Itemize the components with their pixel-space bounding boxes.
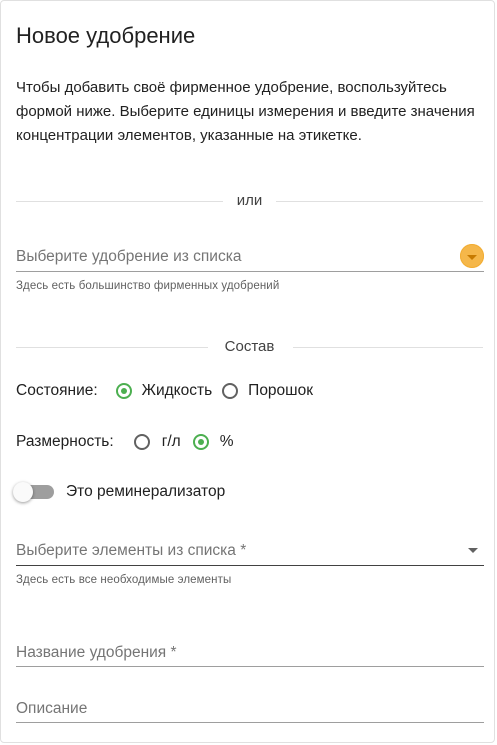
- fertilizer-name-placeholder: Название удобрения *: [16, 644, 177, 661]
- chevron-down-icon[interactable]: [460, 244, 484, 268]
- description-field[interactable]: Описание: [16, 697, 484, 727]
- radio-checked-icon[interactable]: [115, 383, 132, 399]
- remineralizer-toggle-thumb[interactable]: [13, 482, 33, 502]
- state-option-liquid[interactable]: Жидкость: [115, 382, 213, 400]
- elements-select-hint: Здесь есть все необходимые элементы: [16, 574, 232, 586]
- or-divider-label: или: [236, 192, 263, 209]
- elements-select-underline: [16, 565, 484, 566]
- elements-select-placeholder: Выберите элементы из списка *: [16, 542, 247, 559]
- state-row: Состояние: Жидкость Порошок: [16, 378, 313, 404]
- remineralizer-row: Это реминерализатор: [66, 479, 225, 505]
- or-divider: или: [16, 191, 483, 211]
- radio-unchecked-icon[interactable]: [222, 383, 239, 399]
- remineralizer-label: Это реминерализатор: [66, 483, 226, 500]
- units-option-gl[interactable]: г/л: [133, 433, 181, 451]
- composition-divider: Состав: [16, 337, 483, 357]
- arrow-drop-down-icon[interactable]: [468, 548, 478, 553]
- fertilizer-name-underline: [16, 666, 484, 667]
- elements-select[interactable]: Выберите элементы из списка *: [16, 539, 484, 569]
- units-row: Размерность: г/л %: [16, 429, 234, 455]
- units-option-label: г/л: [161, 433, 181, 450]
- units-option-percent[interactable]: %: [192, 433, 234, 451]
- fertilizer-select-underline: [16, 271, 484, 272]
- fertilizer-select-placeholder: Выберите удобрение из списка: [16, 248, 242, 265]
- description-underline: [16, 722, 484, 723]
- page-title: Новое удобрение: [16, 23, 196, 48]
- new-fertilizer-card: Новое удобрение Чтобы добавить своё фирм…: [0, 0, 495, 743]
- fertilizer-select[interactable]: Выберите удобрение из списка: [16, 244, 484, 274]
- fertilizer-name-field[interactable]: Название удобрения *: [16, 641, 484, 671]
- units-label: Размерность:: [16, 433, 114, 450]
- units-option-label: %: [219, 433, 234, 450]
- radio-checked-icon[interactable]: [192, 434, 209, 450]
- state-option-label: Порошок: [248, 382, 314, 399]
- radio-unchecked-icon[interactable]: [133, 434, 150, 450]
- state-option-label: Жидкость: [141, 382, 213, 399]
- state-option-powder[interactable]: Порошок: [222, 382, 313, 400]
- composition-heading: Состав: [224, 338, 275, 355]
- fertilizer-select-hint: Здесь есть большинство фирменных удобрен…: [16, 280, 280, 292]
- intro-text: Чтобы добавить своё фирменное удобрение,…: [16, 79, 475, 144]
- description-placeholder: Описание: [16, 700, 88, 717]
- state-label: Состояние:: [16, 382, 98, 399]
